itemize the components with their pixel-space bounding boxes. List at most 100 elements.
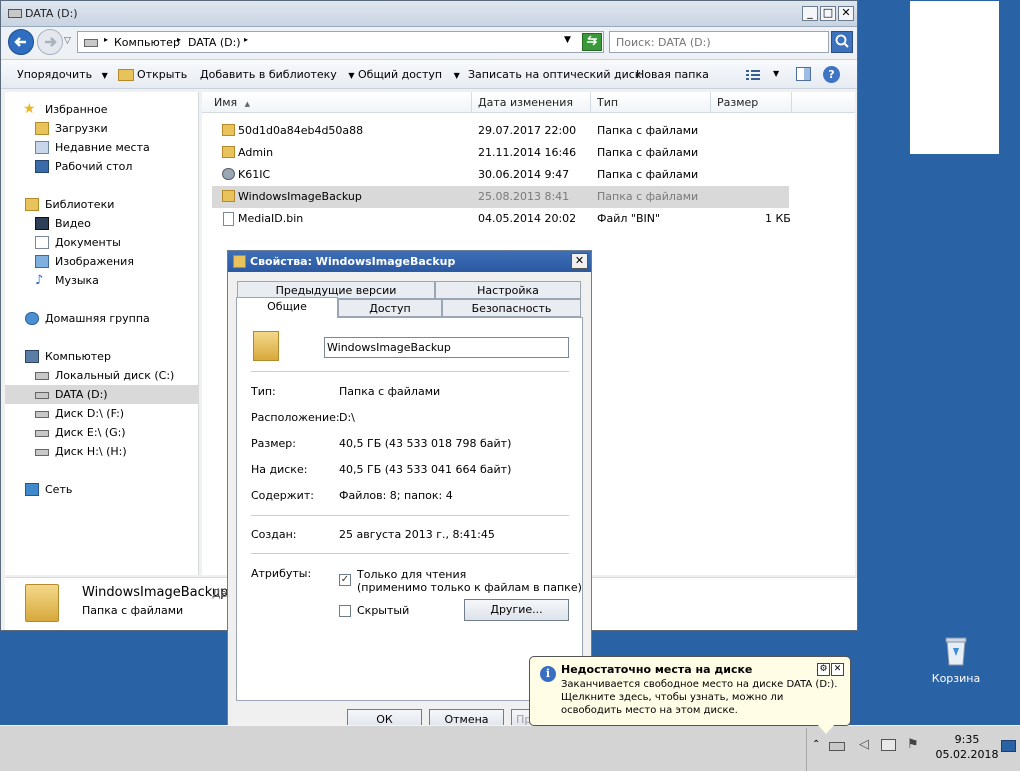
action-center-flag-icon[interactable]: ⚑ — [907, 737, 919, 752]
star-icon: ★ — [23, 101, 36, 117]
readonly-note: (применимо только к файлам в папке) — [357, 581, 582, 594]
organize-menu[interactable]: Упорядочить ▼ — [17, 68, 108, 81]
hidden-checkbox[interactable] — [339, 605, 351, 617]
column-header: Имя ▲ Дата изменения Тип Размер — [202, 92, 855, 113]
low-disk-space-notification[interactable]: i Недостаточно места на диске Заканчивае… — [529, 656, 851, 726]
nav-favorites[interactable]: ★ Избранное — [5, 100, 199, 119]
system-tray: ⌃ ◁ ⚑ 9:35 05.02.2018 — [806, 728, 1020, 771]
new-folder-button[interactable]: Новая папка — [636, 68, 709, 81]
advanced-button[interactable]: Другие... — [464, 599, 569, 621]
dialog-title: Свойства: WindowsImageBackup — [250, 255, 456, 268]
search-box[interactable] — [609, 31, 829, 53]
search-input[interactable] — [614, 34, 814, 50]
folder-icon — [233, 255, 246, 268]
volume-icon[interactable]: ◁ — [859, 737, 869, 752]
recycle-bin[interactable]: Корзина — [928, 636, 984, 688]
created-label: Создан: — [251, 528, 297, 541]
disk-warning-icon[interactable] — [829, 742, 845, 751]
file-row[interactable]: 50d1d0a84eb4d50a88 29.07.2017 22:00 Папк… — [212, 120, 789, 142]
show-hidden-icons-button[interactable]: ⌃ — [812, 739, 820, 750]
clock-time[interactable]: 9:35 — [939, 733, 995, 746]
tab-general[interactable]: Общие — [236, 297, 338, 318]
nav-recent[interactable]: Недавние места — [5, 138, 199, 157]
column-type[interactable]: Тип — [591, 92, 711, 113]
attributes-label: Атрибуты: — [251, 567, 312, 580]
file-icon — [223, 212, 234, 226]
column-name[interactable]: Имя ▲ — [202, 92, 472, 113]
separator — [251, 553, 569, 554]
network-tray-icon[interactable] — [881, 739, 896, 751]
clock-date[interactable]: 05.02.2018 — [935, 748, 999, 761]
tab-security[interactable]: Безопасность — [442, 299, 581, 317]
close-button[interactable]: ✕ — [571, 253, 588, 269]
drive-icon — [35, 411, 49, 418]
nav-computer[interactable]: Компьютер — [5, 347, 199, 366]
breadcrumb-drive[interactable]: DATA (D:) — [188, 36, 241, 49]
command-bar: Упорядочить ▼ Открыть Добавить в библиот… — [1, 59, 857, 89]
maximize-button[interactable]: □ — [820, 6, 836, 21]
view-dropdown-icon[interactable]: ▼ — [773, 69, 779, 78]
details-type: Папка с файлами — [82, 604, 184, 617]
nav-homegroup[interactable]: Домашняя группа — [5, 309, 199, 328]
nav-network[interactable]: Сеть — [5, 480, 199, 499]
address-bar[interactable]: ▸ Компьютер ▸ DATA (D:) ▸ ▼ — [77, 31, 604, 53]
minimize-button[interactable]: _ — [802, 6, 818, 21]
column-date[interactable]: Дата изменения — [472, 92, 591, 113]
tab-access[interactable]: Доступ — [338, 299, 442, 317]
nav-video[interactable]: Видео — [5, 214, 199, 233]
locked-folder-icon — [222, 124, 235, 136]
show-desktop-icon[interactable] — [1001, 740, 1016, 752]
close-button[interactable]: ✕ — [838, 6, 854, 21]
refresh-button[interactable] — [582, 33, 602, 51]
back-button[interactable] — [8, 29, 34, 55]
network-icon — [25, 483, 39, 496]
homegroup-icon — [25, 312, 39, 325]
tab-settings[interactable]: Настройка — [435, 281, 581, 299]
size-on-disk-label: На диске: — [251, 463, 308, 476]
nav-data-d[interactable]: DATA (D:) — [5, 385, 199, 404]
preview-pane-icon[interactable] — [796, 67, 811, 81]
forward-button[interactable] — [37, 29, 63, 55]
address-row: ▽ ▸ Компьютер ▸ DATA (D:) ▸ ▼ — [1, 28, 857, 57]
dialog-titlebar: Свойства: WindowsImageBackup ✕ — [228, 251, 591, 272]
folder-name-input[interactable] — [324, 337, 569, 358]
file-row[interactable]: K61IC 30.06.2014 9:47 Папка с файлами — [212, 164, 789, 186]
type-label: Тип: — [251, 385, 276, 398]
burn-button[interactable]: Записать на оптический диск — [468, 68, 641, 81]
size-label: Размер: — [251, 437, 296, 450]
view-options-icon[interactable] — [745, 68, 761, 82]
breadcrumb-computer[interactable]: Компьютер — [114, 36, 180, 49]
info-icon: i — [540, 666, 556, 682]
address-dropdown-icon[interactable]: ▼ — [564, 35, 571, 45]
nav-libraries[interactable]: Библиотеки — [5, 195, 199, 214]
details-name: WindowsImageBackup — [82, 585, 229, 600]
open-button[interactable]: Открыть — [137, 68, 187, 81]
help-icon[interactable]: ? — [823, 66, 840, 83]
folder-icon — [222, 190, 235, 202]
notification-close-button[interactable]: ✕ — [831, 663, 844, 676]
nav-disk-g[interactable]: Диск E:\ (G:) — [5, 423, 199, 442]
location-value: D:\ — [339, 411, 355, 424]
nav-disk-f[interactable]: Диск D:\ (F:) — [5, 404, 199, 423]
nav-disk-h[interactable]: Диск H:\ (H:) — [5, 442, 199, 461]
nav-pictures[interactable]: Изображения — [5, 252, 199, 271]
notification-settings-icon[interactable]: ⚙ — [817, 663, 830, 676]
share-menu[interactable]: Общий доступ ▼ — [358, 68, 460, 81]
large-folder-icon — [25, 584, 59, 622]
contains-value: Файлов: 8; папок: 4 — [339, 489, 453, 502]
add-to-library-menu[interactable]: Добавить в библиотеку ▼ — [200, 68, 354, 81]
nav-local-disk-c[interactable]: Локальный диск (C:) — [5, 366, 199, 385]
search-button[interactable] — [831, 31, 853, 53]
file-row[interactable]: Admin 21.11.2014 16:46 Папка с файлами — [212, 142, 789, 164]
nav-desktop[interactable]: Рабочий стол — [5, 157, 199, 176]
nav-music[interactable]: ♪ Музыка — [5, 271, 199, 290]
drive-icon — [8, 9, 22, 18]
desktop-white-panel — [910, 1, 999, 154]
readonly-checkbox[interactable]: ✓ — [339, 574, 351, 586]
file-row-selected[interactable]: WindowsImageBackup 25.08.2013 8:41 Папка… — [212, 186, 789, 208]
nav-documents[interactable]: Документы — [5, 233, 199, 252]
history-dropdown-icon[interactable]: ▽ — [64, 36, 71, 46]
nav-downloads[interactable]: Загрузки — [5, 119, 199, 138]
file-row[interactable]: MediaID.bin 04.05.2014 20:02 Файл "BIN" … — [212, 208, 791, 230]
column-size[interactable]: Размер — [711, 92, 792, 113]
